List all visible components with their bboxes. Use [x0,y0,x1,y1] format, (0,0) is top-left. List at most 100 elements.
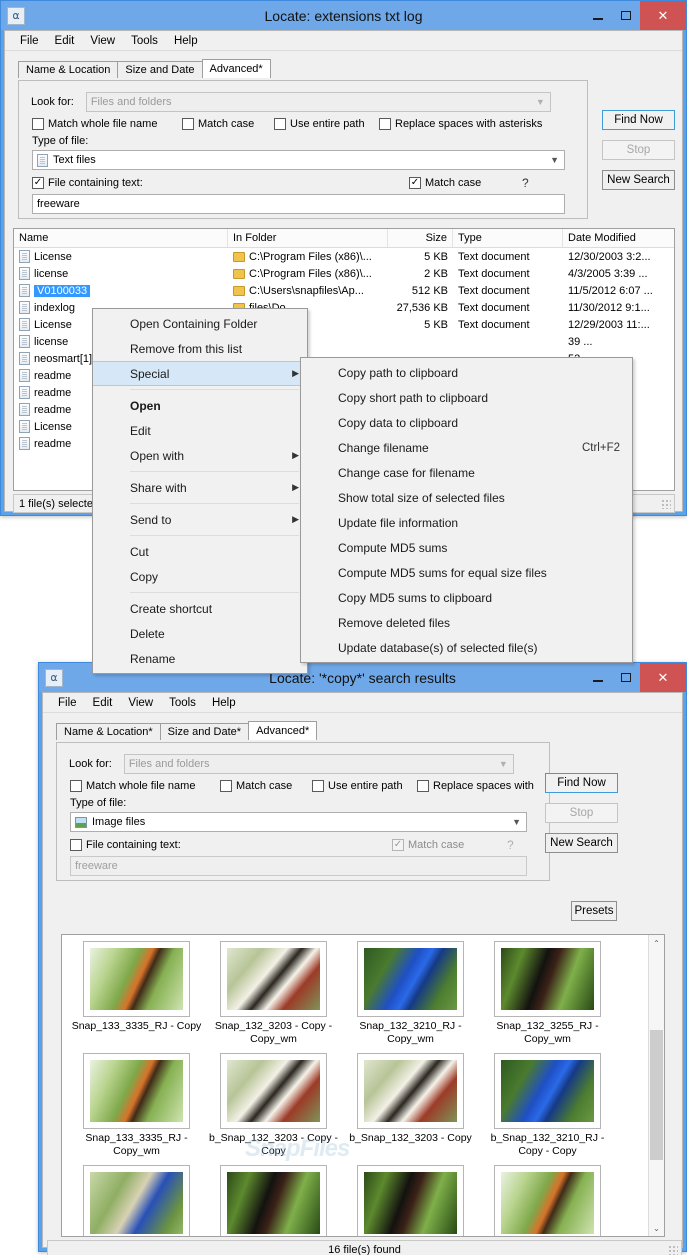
column-size[interactable]: Size [388,229,453,247]
thumbnail-frame[interactable] [357,1165,464,1236]
menu-item[interactable]: Cut [93,539,307,564]
window2-menubar[interactable]: File Edit View Tools Help [43,693,682,713]
checkbox-icon[interactable] [70,839,82,851]
close-button[interactable]: ✕ [640,1,686,30]
menu-item[interactable]: Show total size of selected files [301,485,632,510]
menu-item[interactable]: Change case for filename [301,460,632,485]
new-search-button[interactable]: New Search [545,833,618,853]
menu-item[interactable]: Send to ▶ [93,507,307,532]
table-row[interactable]: license C:\Program Files (x86)\... 2 KB Tex… [14,265,674,282]
check-use-entire-path[interactable]: Use entire path [274,118,379,130]
thumbnail-results-pane[interactable]: Snap_133_3335_RJ - Copy Snap_132_3203 - C… [61,934,665,1237]
tab-name-location[interactable]: Name & Location* [56,723,161,740]
thumbnail-item[interactable]: Snap_133_3335_RJ - Copy_wm [68,1053,205,1158]
file-context-menu[interactable]: Open Containing Folder Remove from this l… [92,308,308,674]
thumbnail-frame[interactable] [357,1053,464,1129]
tab-size-date[interactable]: Size and Date [117,61,203,78]
check-match-case[interactable]: Match case [220,780,312,792]
thumbnail-frame[interactable] [357,941,464,1017]
table-row[interactable]: V0100033 C:\Users\snapfiles\Ap... 512 KB Te… [14,282,674,299]
scrollbar-thumb[interactable] [650,1030,663,1160]
maximize-button[interactable] [612,663,640,692]
menu-item[interactable]: Compute MD5 sums [301,535,632,560]
window2-controls[interactable]: ✕ [584,663,686,692]
find-now-button[interactable]: Find Now [602,110,675,130]
checkbox-icon[interactable] [220,780,232,792]
thumbnail-grid[interactable]: Snap_133_3335_RJ - Copy Snap_132_3203 - C… [62,935,664,1236]
containing-text-input[interactable]: freeware [32,194,565,214]
menu-item[interactable]: Update database(s) of selected file(s) [301,635,632,660]
window-locate-copy-results[interactable]: ⍺ Locate: '*copy*' search results ✕ File… [38,662,687,1255]
menu-help[interactable]: Help [166,33,206,49]
menu-view[interactable]: View [120,695,161,711]
check-match-whole-file-name[interactable]: Match whole file name [70,780,220,792]
find-now-button[interactable]: Find Now [545,773,618,793]
list-header[interactable]: Name In Folder Size Type Date Modified [14,229,674,248]
thumbnail-frame[interactable] [220,1165,327,1236]
checkbox-icon[interactable] [182,118,194,130]
tab-name-location[interactable]: Name & Location [18,61,119,78]
column-type[interactable]: Type [453,229,563,247]
menu-item[interactable]: Change filename Ctrl+F2 [301,435,632,460]
menu-item[interactable]: Copy short path to clipboard [301,385,632,410]
menu-item[interactable]: Remove from this list [93,336,307,361]
menu-file[interactable]: File [12,33,47,49]
window1-menubar[interactable]: File Edit View Tools Help [5,31,682,51]
type-of-file-combo[interactable]: Text files ▼ [32,150,565,170]
tab-advanced[interactable]: Advanced* [201,59,271,78]
thumbnail-frame[interactable] [83,1165,190,1236]
menu-item[interactable]: Rename [93,646,307,671]
menu-help[interactable]: Help [204,695,244,711]
menu-item[interactable]: Remove deleted files [301,610,632,635]
menu-edit[interactable]: Edit [85,695,121,711]
tab-advanced[interactable]: Advanced* [248,721,318,740]
check-match-case[interactable]: Match case [182,118,274,130]
menu-item[interactable]: Open [93,393,307,418]
thumbnail-item[interactable]: Snap_133_3335_RJ - Copy [68,941,205,1046]
menu-file[interactable]: File [50,695,85,711]
thumbnail-item[interactable]: b_Snap_132_3203 - Copy [342,1053,479,1158]
thumbnail-frame[interactable] [494,1165,601,1236]
column-in-folder[interactable]: In Folder [228,229,388,247]
look-for-combo[interactable]: Files and folders ▼ [85,92,551,112]
minimize-button[interactable] [584,663,612,692]
special-submenu[interactable]: Copy path to clipboard Copy short path to… [300,357,633,663]
new-search-button[interactable]: New Search [602,170,675,190]
check-match-case-text[interactable]: ✓ Match case [409,177,481,189]
menu-item[interactable]: Compute MD5 sums for equal size files [301,560,632,585]
check-file-containing-text[interactable]: File containing text: [70,839,181,851]
menu-tools[interactable]: Tools [123,33,166,49]
minimize-button[interactable] [584,1,612,30]
checkbox-icon[interactable] [32,118,44,130]
menu-item[interactable]: Share with ▶ [93,475,307,500]
check-match-whole-file-name[interactable]: Match whole file name [32,118,182,130]
checkbox-icon[interactable] [312,780,324,792]
scroll-up-icon[interactable]: ⌃ [649,935,664,951]
menu-item[interactable]: Copy data to clipboard [301,410,632,435]
thumbnail-frame[interactable] [83,941,190,1017]
column-name[interactable]: Name [14,229,228,247]
checkbox-icon[interactable] [70,780,82,792]
menu-item[interactable]: Open with ▶ [93,443,307,468]
resize-grip[interactable] [668,1245,678,1255]
window2-tabstrip[interactable]: Name & Location* Size and Date* Advanced… [56,721,682,740]
window1-controls[interactable]: ✕ [584,1,686,30]
thumbnail-item[interactable]: Snap_132_3255_RJ - Copy_wm [479,941,616,1046]
presets-button[interactable]: Presets [571,901,617,921]
scroll-down-icon[interactable]: ⌄ [649,1220,664,1236]
menu-item[interactable]: Copy MD5 sums to clipboard [301,585,632,610]
menu-item[interactable]: Create shortcut [93,596,307,621]
look-for-combo[interactable]: Files and folders ▼ [123,754,514,774]
column-date-modified[interactable]: Date Modified [563,229,673,247]
menu-item[interactable]: Edit [93,418,307,443]
menu-item[interactable]: Special ▶ [93,361,307,386]
maximize-button[interactable] [612,1,640,30]
check-file-containing-text[interactable]: ✓ File containing text: [32,177,143,189]
thumbnail-item[interactable]: b_Snap_132_3203 - Copy - Copy [205,1053,342,1158]
resize-grip[interactable] [661,499,671,509]
menu-item[interactable]: Open Containing Folder [93,311,307,336]
menu-item[interactable]: Update file information [301,510,632,535]
menu-view[interactable]: View [82,33,123,49]
table-row[interactable]: License C:\Program Files (x86)\... 5 KB Tex… [14,248,674,265]
thumbnail-frame[interactable] [220,1053,327,1129]
